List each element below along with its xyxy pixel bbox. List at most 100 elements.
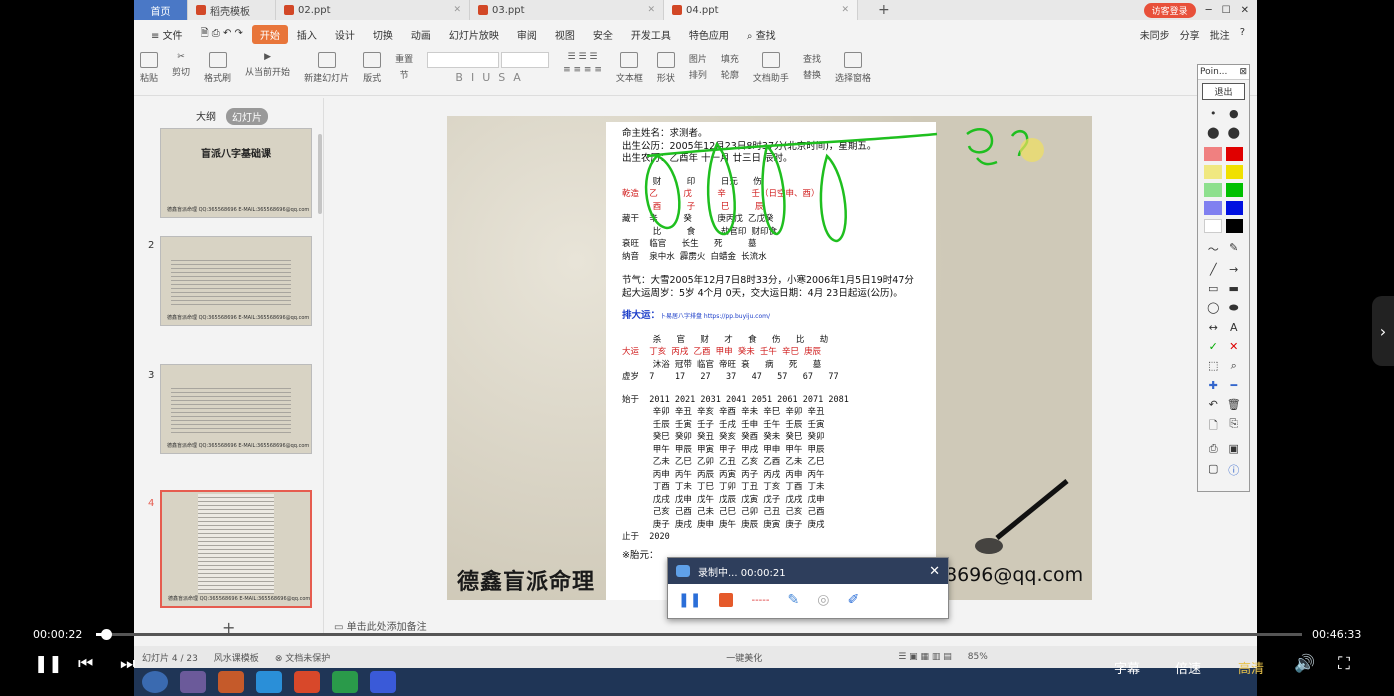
share-button[interactable]: 分享 xyxy=(1180,27,1200,42)
align-icon[interactable]: ≡ ≡ ≡ ≡ xyxy=(563,65,602,75)
menu-search[interactable]: ⌕ 查找 xyxy=(738,27,785,42)
list-icon[interactable]: ☰ ☰ ☰ xyxy=(568,52,598,62)
swatch-light-red[interactable] xyxy=(1204,147,1222,161)
fullscreen-icon[interactable]: ⛶ xyxy=(1338,654,1350,674)
filled-rect-icon[interactable]: ▬ xyxy=(1227,282,1242,295)
menu-slideshow[interactable]: 幻灯片放映 xyxy=(440,27,508,42)
assistant-button[interactable]: 文档助手 xyxy=(753,52,789,84)
maximize-icon[interactable]: ☐ xyxy=(1222,5,1231,16)
progress-bar[interactable] xyxy=(96,629,1302,640)
stop-icon[interactable] xyxy=(719,593,734,607)
bold-icon[interactable]: B xyxy=(455,71,463,84)
pause-icon[interactable]: ❚❚ xyxy=(678,592,701,608)
exit-button[interactable]: 退出 xyxy=(1202,83,1245,100)
page-icon[interactable]: 🗋 xyxy=(1206,417,1221,436)
paste-button[interactable]: 粘贴 xyxy=(140,52,158,84)
close-window-icon[interactable]: ✕ xyxy=(1241,5,1249,16)
swatch-light-green[interactable] xyxy=(1204,183,1222,197)
minus-icon[interactable]: ━ xyxy=(1227,379,1242,392)
close-icon[interactable]: ✕ xyxy=(647,5,655,15)
medium-dot-icon[interactable]: ● xyxy=(1227,107,1242,120)
subtitle-button[interactable]: 字幕 xyxy=(1114,658,1140,677)
quality-button[interactable]: 高清 xyxy=(1238,658,1264,677)
slide-thumb-2[interactable]: 德鑫盲派命理 QQ:365568696 E-MAIL:365568696@qq.… xyxy=(160,236,312,326)
pen-tool-icon[interactable]: ✎ xyxy=(788,592,800,608)
filled-ellipse-icon[interactable]: ⬬ xyxy=(1227,301,1242,315)
copy-icon[interactable]: ⎘ xyxy=(1227,417,1242,436)
print-icon[interactable]: ⎙ xyxy=(1206,442,1221,456)
undo-icon[interactable]: ↶ xyxy=(1206,398,1221,411)
menu-special[interactable]: 特色应用 xyxy=(680,27,738,42)
panel-scrollbar[interactable] xyxy=(318,134,322,214)
progress-knob[interactable] xyxy=(100,629,112,640)
pen-icon[interactable]: ✎ xyxy=(1227,241,1242,257)
tab-03[interactable]: 03.ppt ✕ xyxy=(470,0,664,20)
textbox-button[interactable]: 文本框 xyxy=(616,52,643,84)
volume-icon[interactable]: 🔊 xyxy=(1294,654,1315,674)
tab-04[interactable]: 04.ppt ✕ xyxy=(664,0,858,20)
comment-button[interactable]: 批注 xyxy=(1210,27,1230,42)
screen-icon[interactable]: ▢ xyxy=(1206,462,1221,478)
swatch-green[interactable] xyxy=(1225,183,1243,197)
strike-icon[interactable]: S xyxy=(498,71,505,84)
dayun-link[interactable]: 卜易居八字排盘 https://pp.buyiju.com/ xyxy=(660,313,770,320)
zoom-icon[interactable]: ⌕ xyxy=(1227,359,1242,373)
line-icon[interactable]: ╱ xyxy=(1206,263,1221,276)
menu-start[interactable]: 开始 xyxy=(251,24,288,44)
next-icon[interactable]: ⏭ xyxy=(120,654,135,674)
minimize-icon[interactable]: ─ xyxy=(1206,5,1212,16)
trash-icon[interactable]: 🗑 xyxy=(1227,398,1242,411)
resize-icon[interactable]: ↔ xyxy=(1206,321,1221,334)
draw-icon[interactable]: ✐ xyxy=(847,592,859,608)
slide-thumb-4[interactable]: 德鑫盲派命理 QQ:365568696 E-MAIL:365568696@qq.… xyxy=(160,490,312,608)
swatch-blue[interactable] xyxy=(1225,201,1243,215)
menu-file[interactable]: ≡ 文件 xyxy=(142,27,192,42)
tab-home[interactable]: 首页 xyxy=(134,0,188,20)
close-icon[interactable]: ✕ xyxy=(929,564,940,579)
play-button[interactable]: ▶ 从当前开始 xyxy=(245,52,290,78)
underline-icon[interactable]: U xyxy=(482,71,490,84)
menu-review[interactable]: 审阅 xyxy=(508,27,546,42)
swatch-yellow[interactable] xyxy=(1225,165,1243,179)
fill-button[interactable]: 填充 轮廓 xyxy=(721,52,739,81)
select-icon[interactable]: ⬚ xyxy=(1206,359,1221,373)
reset-button[interactable]: 重置节 xyxy=(395,52,413,81)
shape-button[interactable]: 形状 xyxy=(656,52,675,84)
sync-button[interactable]: 未同步 xyxy=(1140,27,1170,42)
expand-panel-button[interactable]: › xyxy=(1372,296,1394,366)
menu-animation[interactable]: 动画 xyxy=(402,27,440,42)
speed-button[interactable]: 倍速 xyxy=(1175,658,1201,677)
layout-button[interactable]: 版式 xyxy=(363,52,381,84)
menu-switch[interactable]: 切换 xyxy=(364,27,402,42)
swatch-black[interactable] xyxy=(1225,219,1243,233)
arrow-icon[interactable]: → xyxy=(1227,263,1242,276)
previous-icon[interactable]: ⏮ xyxy=(78,654,93,674)
menu-insert[interactable]: 插入 xyxy=(288,27,326,42)
check-icon[interactable]: ✓ xyxy=(1206,340,1221,353)
image-button[interactable]: 图片 排列 xyxy=(689,52,707,81)
tab-template[interactable]: 稻壳模板 xyxy=(188,0,276,20)
small-dot-icon[interactable]: • xyxy=(1206,107,1221,120)
swatch-red[interactable] xyxy=(1225,147,1243,161)
webcam-icon[interactable]: ◎ xyxy=(817,592,829,608)
menu-developer[interactable]: 开发工具 xyxy=(622,27,680,42)
slide-thumb-1[interactable]: 盲派八字基础课 德鑫盲派命理 QQ:365568696 E-MAIL:36556… xyxy=(160,128,312,218)
tab-02[interactable]: 02.ppt ✕ xyxy=(276,0,470,20)
close-icon[interactable]: ⊠ xyxy=(1239,67,1247,77)
large-dot-icon[interactable]: ⬤ xyxy=(1206,126,1221,139)
select-pane-button[interactable]: 选择窗格 xyxy=(835,52,871,84)
info-icon[interactable]: ⓘ xyxy=(1227,462,1242,478)
swatch-light-blue[interactable] xyxy=(1204,201,1222,215)
close-icon[interactable]: ✕ xyxy=(453,5,461,15)
new-slide-button[interactable]: 新建幻灯片 xyxy=(304,52,349,84)
dash-icon[interactable]: ----- xyxy=(751,595,769,606)
new-tab-button[interactable]: + xyxy=(878,2,890,18)
slide-thumb-3[interactable]: 德鑫盲派命理 QQ:365568696 E-MAIL:365568696@qq.… xyxy=(160,364,312,454)
xlarge-dot-icon[interactable]: ⬤ xyxy=(1227,126,1242,139)
plus-icon[interactable]: ✚ xyxy=(1206,379,1221,392)
cut-button[interactable]: ✂ 剪切 xyxy=(172,52,190,78)
login-button[interactable]: 访客登录 xyxy=(1143,2,1196,18)
swatch-light-yellow[interactable] xyxy=(1204,165,1222,179)
quick-toolbar[interactable]: 🗎 ⎙ ↶ ↷ xyxy=(192,26,252,43)
pause-button[interactable]: ❚❚ xyxy=(34,654,63,674)
